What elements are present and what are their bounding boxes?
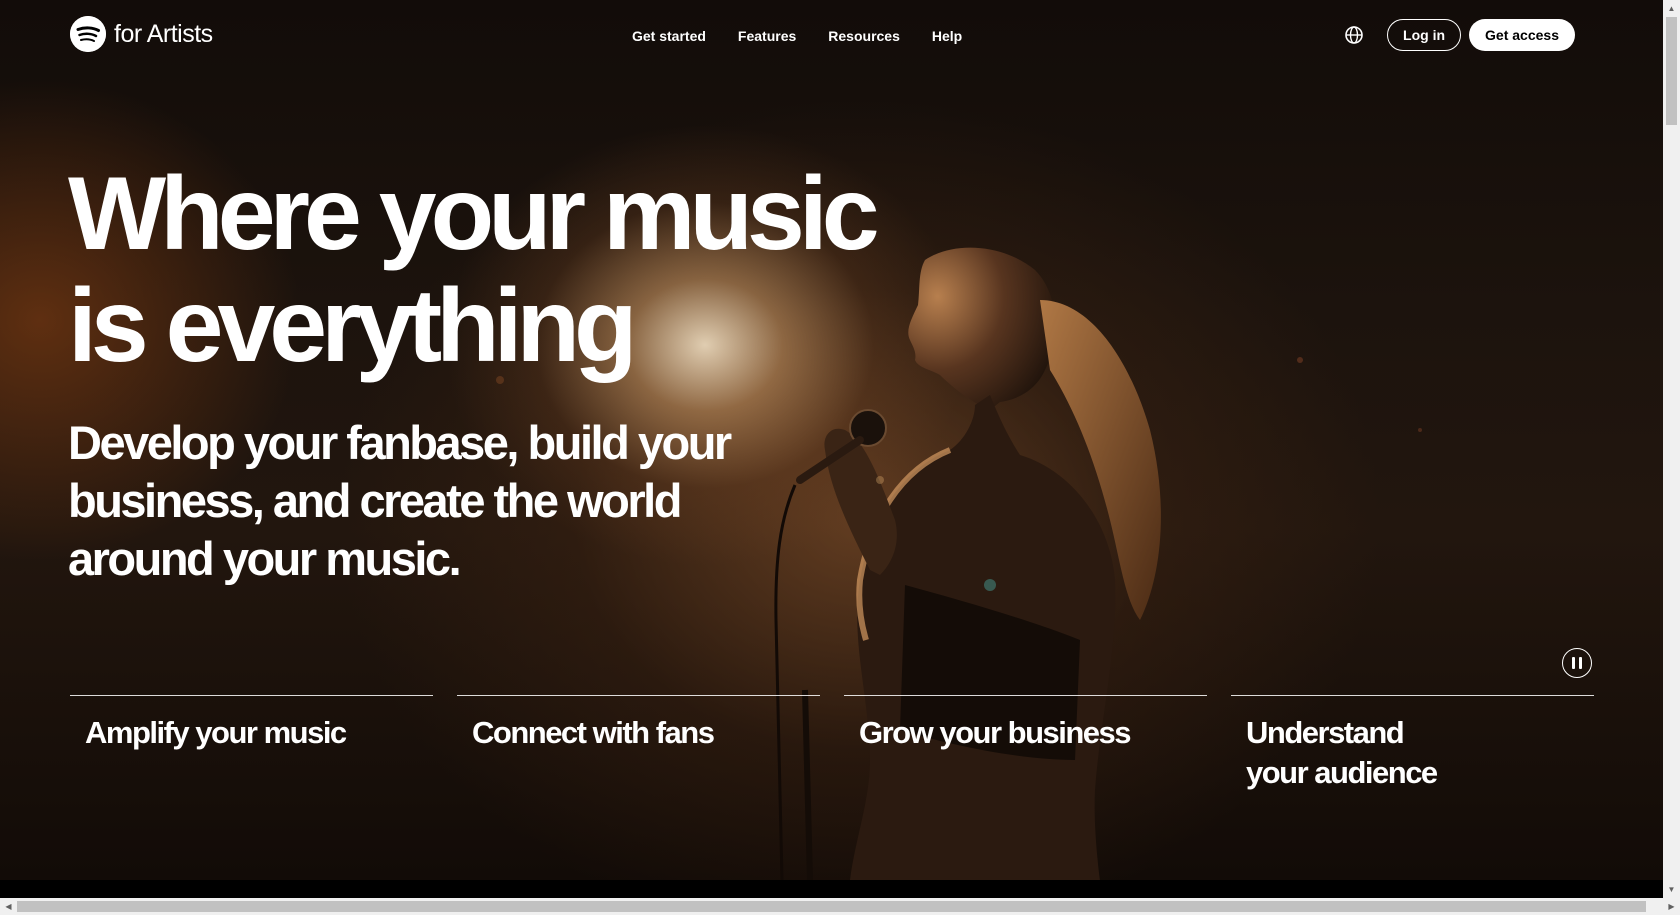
hero-title-line-2: is everything xyxy=(68,268,638,384)
pause-video-button[interactable] xyxy=(1562,648,1592,678)
hero-title: Where your music is everything xyxy=(68,158,968,382)
horizontal-scroll-thumb[interactable] xyxy=(17,901,1646,912)
nav-link-help[interactable]: Help xyxy=(932,28,962,44)
feature-tab-label: Understand your audience xyxy=(1246,715,1438,790)
feature-tab-amplify[interactable]: Amplify your music xyxy=(70,695,433,793)
hero-subtitle-line-2: business, and create the world xyxy=(68,474,682,527)
feature-tabs: Amplify your music Connect with fans Gro… xyxy=(70,695,1594,793)
feature-tab-understand[interactable]: Understand your audience xyxy=(1231,695,1594,793)
scroll-up-arrow-icon[interactable]: ▲ xyxy=(1663,0,1680,17)
hero-subtitle: Develop your fanbase, build your busines… xyxy=(68,414,788,588)
scroll-down-arrow-icon[interactable]: ▼ xyxy=(1663,881,1680,898)
nav-link-features[interactable]: Features xyxy=(738,28,796,44)
hero-section: for Artists Get started Features Resourc… xyxy=(0,0,1663,880)
pause-icon xyxy=(1570,657,1584,669)
hero-subtitle-line-3: around your music. xyxy=(68,532,462,585)
nav-link-resources[interactable]: Resources xyxy=(828,28,900,44)
get-access-button[interactable]: Get access xyxy=(1469,19,1575,51)
spotify-for-artists-logo[interactable]: for Artists xyxy=(70,16,213,52)
top-navigation: for Artists Get started Features Resourc… xyxy=(0,0,1663,72)
feature-tab-label: Connect with fans xyxy=(472,715,715,750)
feature-tab-label: Grow your business xyxy=(859,715,1132,750)
spotify-icon xyxy=(70,16,106,52)
globe-icon[interactable] xyxy=(1343,24,1365,46)
nav-actions: Log in Get access xyxy=(1343,19,1575,51)
feature-tab-connect[interactable]: Connect with fans xyxy=(457,695,820,793)
logo-text: for Artists xyxy=(114,19,213,48)
vertical-scroll-thumb[interactable] xyxy=(1666,17,1677,125)
hero-title-line-1: Where your music xyxy=(68,156,880,272)
nav-link-get-started[interactable]: Get started xyxy=(632,28,706,44)
horizontal-scrollbar[interactable]: ◀ ▶ xyxy=(0,898,1680,915)
log-in-button[interactable]: Log in xyxy=(1387,19,1462,51)
page-bottom-strip xyxy=(0,880,1663,898)
scroll-right-arrow-icon[interactable]: ▶ xyxy=(1663,898,1680,915)
hero-subtitle-line-1: Develop your fanbase, build your xyxy=(68,416,732,469)
feature-tab-label: Amplify your music xyxy=(85,715,347,750)
nav-links: Get started Features Resources Help xyxy=(632,28,962,44)
scroll-left-arrow-icon[interactable]: ◀ xyxy=(0,898,17,915)
feature-tab-grow[interactable]: Grow your business xyxy=(844,695,1207,793)
vertical-scrollbar[interactable]: ▲ ▼ xyxy=(1663,0,1680,898)
